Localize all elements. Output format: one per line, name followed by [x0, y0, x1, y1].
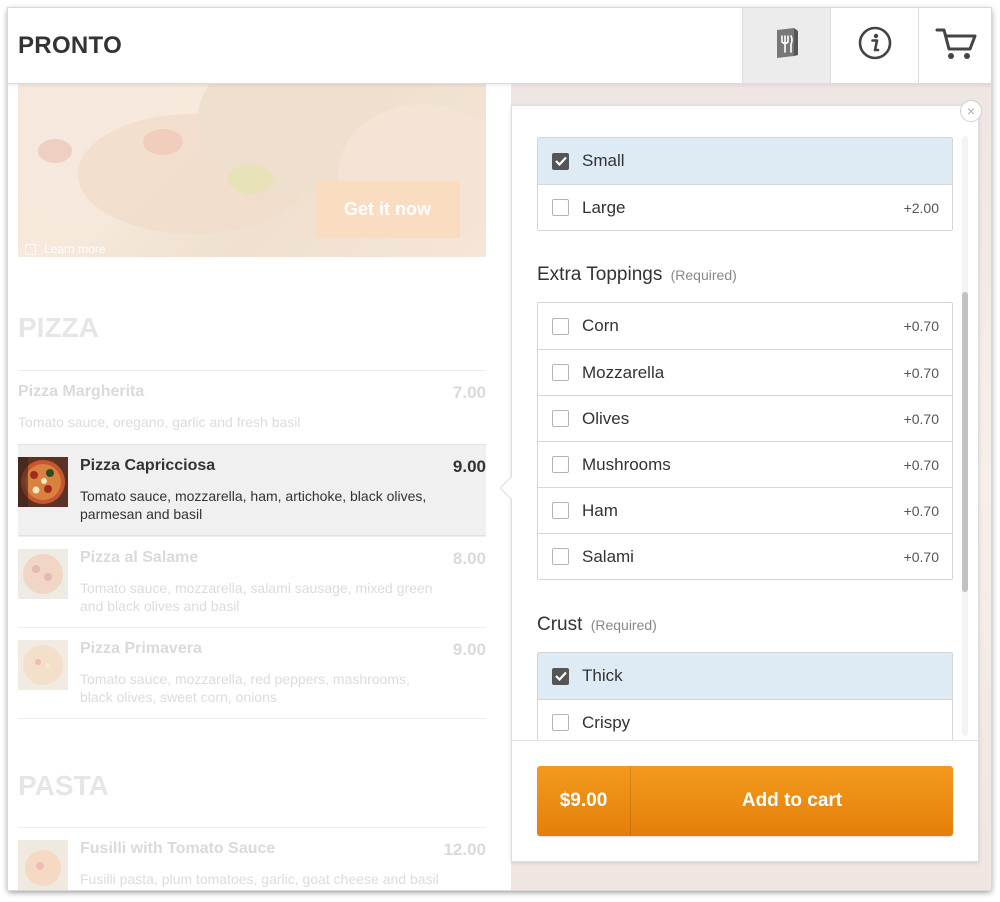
- cart-icon: [935, 25, 977, 66]
- option-label: Corn: [582, 316, 619, 335]
- topping-option-mozzarella[interactable]: Mozzarella +0.70: [538, 349, 952, 395]
- required-label: (Required): [670, 267, 737, 283]
- close-icon: ×: [966, 103, 976, 119]
- size-option-small[interactable]: Small: [538, 138, 952, 184]
- menu-item-primavera[interactable]: Pizza Primavera 9.00 Tomato sauce, mozza…: [18, 627, 486, 718]
- option-label: Mozzarella: [582, 362, 665, 382]
- learn-more-link[interactable]: Learn more: [25, 242, 105, 256]
- menu-item-capricciosa[interactable]: Pizza Capricciosa 9.00 Tomato sauce, moz…: [18, 444, 486, 536]
- section-title-text: Extra Toppings: [537, 264, 663, 285]
- option-price: +0.70: [903, 502, 939, 519]
- top-header: PRONTO: [8, 8, 991, 84]
- item-name: Pizza Margherita: [18, 383, 145, 400]
- item-price: 9.00: [452, 457, 486, 476]
- crust-option-thick[interactable]: Thick: [538, 653, 952, 699]
- menu-button[interactable]: [742, 8, 830, 83]
- item-options-panel: Small Large +2.00 Extra Toppings (Requir…: [511, 105, 979, 862]
- item-price: 12.00: [443, 840, 486, 859]
- topping-option-mushrooms[interactable]: Mushrooms +0.70: [538, 441, 952, 487]
- info-button[interactable]: [830, 8, 918, 83]
- size-option-large[interactable]: Large +2.00: [538, 184, 952, 230]
- checkbox[interactable]: [552, 502, 569, 519]
- checkbox[interactable]: [552, 199, 569, 216]
- item-description: Tomato sauce, mozzarella, ham, artichoke…: [80, 488, 427, 522]
- divider: [18, 718, 486, 719]
- option-price: +0.70: [903, 410, 939, 427]
- option-label: Salami: [582, 546, 634, 566]
- option-label: Ham: [582, 500, 618, 520]
- menu-list: Get it now Learn more PIZZA Pizza Marghe…: [18, 84, 486, 890]
- section-title-text: Crust: [537, 614, 583, 635]
- item-name: Pizza al Salame: [80, 549, 199, 566]
- menu-icon: [772, 26, 802, 65]
- item-thumbnail: [18, 840, 68, 890]
- app-window: PRONTO Get it now Learn more PIZZA Pizza…: [8, 8, 991, 890]
- cart-total-price: $9.00: [537, 766, 631, 836]
- checkbox[interactable]: [552, 410, 569, 427]
- item-thumbnail: [18, 549, 68, 599]
- item-name: Pizza Primavera: [80, 640, 202, 657]
- menu-item-salame[interactable]: Pizza al Salame 8.00 Tomato sauce, mozza…: [18, 536, 486, 627]
- option-price: +0.70: [903, 548, 939, 565]
- item-thumbnail: [18, 457, 68, 507]
- option-label: Crispy: [582, 712, 631, 732]
- topping-option-salami[interactable]: Salami +0.70: [538, 533, 952, 579]
- options-scroll-area[interactable]: Small Large +2.00 Extra Toppings (Requir…: [512, 106, 978, 740]
- checkbox-checked[interactable]: [552, 152, 569, 170]
- checkbox[interactable]: [552, 456, 569, 473]
- option-label: Large: [582, 197, 626, 217]
- checkbox[interactable]: [552, 317, 569, 335]
- option-label: Thick: [582, 666, 623, 685]
- menu-item-fusilli[interactable]: Fusilli with Tomato Sauce 12.00 Fusilli …: [18, 827, 486, 890]
- item-description: Fusilli pasta, plum tomatoes, garlic, go…: [80, 871, 439, 887]
- menu-item-margherita[interactable]: Pizza Margherita 7.00 Tomato sauce, oreg…: [18, 370, 486, 445]
- checkbox-checked[interactable]: [552, 667, 569, 685]
- info-icon: [858, 26, 892, 65]
- item-price: 8.00: [452, 549, 486, 568]
- crust-section-title: Crust (Required): [537, 614, 657, 636]
- add-to-cart-button[interactable]: $9.00 Add to cart: [537, 766, 953, 836]
- item-price: 9.00: [452, 640, 486, 659]
- option-label: Olives: [582, 408, 630, 428]
- item-description: Tomato sauce, mozzarella, salami sausage…: [80, 580, 433, 614]
- topping-option-ham[interactable]: Ham +0.70: [538, 487, 952, 533]
- checkbox[interactable]: [552, 364, 569, 381]
- category-title-pizza: PIZZA: [18, 312, 99, 343]
- option-price: +2.00: [903, 199, 939, 216]
- brand-title: PRONTO: [18, 32, 123, 59]
- option-label: Mushrooms: [582, 454, 671, 474]
- item-thumbnail: [18, 640, 68, 690]
- panel-footer: $9.00 Add to cart: [512, 740, 978, 861]
- item-name: Pizza Capricciosa: [80, 457, 216, 474]
- get-it-now-button[interactable]: Get it now: [315, 181, 460, 238]
- required-label: (Required): [590, 617, 657, 633]
- option-price: +0.70: [903, 364, 939, 381]
- item-description: Tomato sauce, oregano, garlic and fresh …: [18, 414, 301, 430]
- toppings-section-title: Extra Toppings (Required): [537, 264, 737, 286]
- option-price: +0.70: [903, 456, 939, 473]
- add-to-cart-label: Add to cart: [741, 790, 843, 811]
- cart-button[interactable]: [918, 8, 991, 83]
- expand-icon: [25, 243, 36, 255]
- topping-option-olives[interactable]: Olives +0.70: [538, 395, 952, 441]
- learn-more-label: Learn more: [44, 242, 106, 256]
- item-name: Fusilli with Tomato Sauce: [80, 840, 276, 857]
- toppings-options: Corn +0.70 Mozzarella +0.70 Olives +0.70…: [537, 302, 953, 580]
- close-panel-button[interactable]: ×: [960, 100, 982, 122]
- checkbox[interactable]: [552, 714, 569, 731]
- category-title-pasta: PASTA: [18, 770, 109, 801]
- item-price: 7.00: [452, 383, 486, 402]
- crust-option-crispy[interactable]: Crispy: [538, 699, 952, 740]
- size-options: Small Large +2.00: [537, 137, 953, 231]
- crust-options: Thick Crispy: [537, 652, 953, 740]
- checkbox[interactable]: [552, 548, 569, 565]
- option-price: +0.70: [903, 318, 939, 334]
- item-description: Tomato sauce, mozzarella, red peppers, m…: [80, 671, 410, 705]
- option-label: Small: [582, 151, 625, 170]
- promo-banner[interactable]: Get it now Learn more: [18, 84, 486, 257]
- scrollbar-thumb[interactable]: [962, 292, 968, 592]
- topping-option-corn[interactable]: Corn +0.70: [538, 303, 952, 349]
